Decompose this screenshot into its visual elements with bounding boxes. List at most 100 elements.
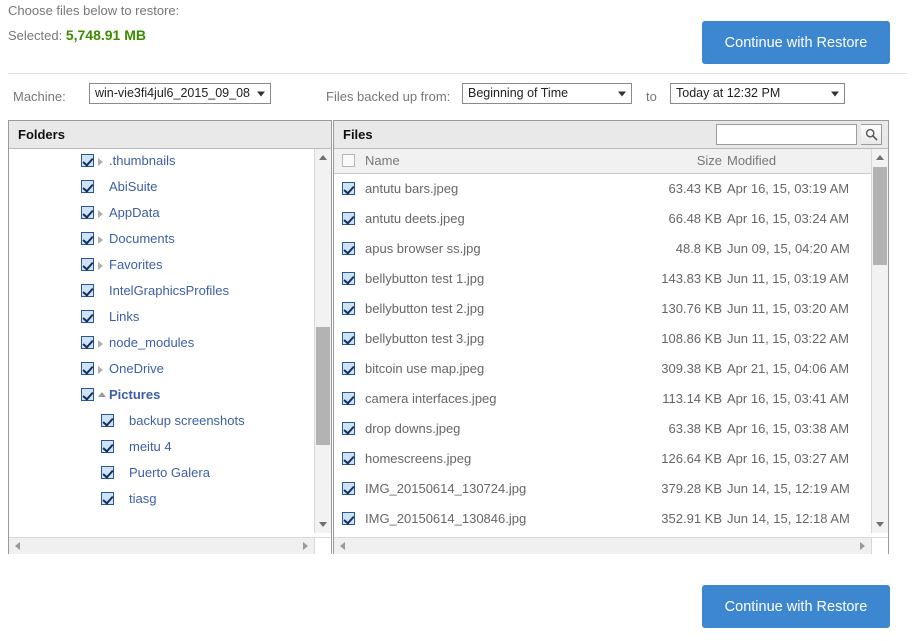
expand-triangle-icon[interactable] bbox=[98, 366, 103, 374]
file-checkbox[interactable] bbox=[342, 422, 355, 438]
column-header-size[interactable]: Size bbox=[634, 153, 722, 168]
table-row[interactable]: bellybutton test 2.jpg 130.76 KB Jun 11, 1… bbox=[334, 294, 871, 324]
folder-label[interactable]: AppData bbox=[109, 205, 160, 220]
folder-tree-row[interactable]: Puerto Galera bbox=[9, 461, 314, 487]
folder-tree-row[interactable]: meitu 4 bbox=[9, 435, 314, 461]
folder-checkbox[interactable] bbox=[81, 388, 94, 404]
folder-label[interactable]: OneDrive bbox=[109, 361, 164, 376]
files-scroll-right-button[interactable] bbox=[854, 538, 871, 554]
column-header-modified[interactable]: Modified bbox=[727, 153, 776, 168]
files-scroll-left-button[interactable] bbox=[334, 538, 351, 554]
file-checkbox[interactable] bbox=[342, 392, 355, 408]
folder-label[interactable]: .thumbnails bbox=[109, 153, 175, 168]
folder-checkbox[interactable] bbox=[81, 154, 94, 170]
from-date-select[interactable]: Beginning of Time bbox=[462, 83, 632, 104]
folder-label[interactable]: meitu 4 bbox=[129, 439, 172, 454]
search-button[interactable] bbox=[861, 124, 882, 145]
folders-scroll-left-button[interactable] bbox=[9, 538, 26, 554]
folder-checkbox[interactable] bbox=[81, 180, 94, 196]
folder-tree-row[interactable]: backup screenshots bbox=[9, 409, 314, 435]
folder-tree-row[interactable]: node_modules bbox=[9, 331, 314, 357]
files-scroll-down-button[interactable] bbox=[872, 516, 888, 533]
table-row[interactable]: antutu deets.jpeg 66.48 KB Apr 16, 15, 03:… bbox=[334, 204, 871, 234]
table-row[interactable]: camera interfaces.jpeg 113.14 KB Apr 16, 1… bbox=[334, 384, 871, 414]
folder-label[interactable]: Documents bbox=[109, 231, 175, 246]
files-list[interactable]: antutu bars.jpeg 63.43 KB Apr 16, 15, 03:1… bbox=[334, 174, 871, 532]
folder-tree-row[interactable]: .thumbnails bbox=[9, 149, 314, 175]
folder-checkbox[interactable] bbox=[81, 336, 94, 352]
folder-checkbox[interactable] bbox=[81, 362, 94, 378]
files-scroll-up-button[interactable] bbox=[872, 149, 888, 166]
folders-tree-list[interactable]: .gimp-2.8.thumbnailsAbiSuiteAppDataDocum… bbox=[9, 149, 314, 507]
file-checkbox[interactable] bbox=[342, 482, 355, 498]
expand-triangle-icon[interactable] bbox=[98, 236, 103, 244]
table-row[interactable]: apus browser ss.jpg 48.8 KB Jun 09, 15, 04… bbox=[334, 234, 871, 264]
folder-label[interactable]: Pictures bbox=[109, 387, 160, 402]
folder-tree-row[interactable]: Links bbox=[9, 305, 314, 331]
file-checkbox[interactable] bbox=[342, 452, 355, 468]
continue-with-restore-button-top[interactable]: Continue with Restore bbox=[702, 21, 890, 64]
folder-label[interactable]: IntelGraphicsProfiles bbox=[109, 283, 229, 298]
column-header-name[interactable]: Name bbox=[365, 153, 400, 168]
folder-label[interactable]: Favorites bbox=[109, 257, 162, 272]
file-checkbox[interactable] bbox=[342, 512, 355, 528]
folders-scroll-right-button[interactable] bbox=[297, 538, 314, 554]
collapse-triangle-icon[interactable] bbox=[98, 392, 106, 397]
file-checkbox[interactable] bbox=[342, 302, 355, 318]
expand-triangle-icon[interactable] bbox=[98, 262, 103, 270]
folders-vertical-scrollbar[interactable] bbox=[314, 149, 331, 533]
select-all-checkbox[interactable] bbox=[342, 154, 355, 170]
file-checkbox[interactable] bbox=[342, 332, 355, 348]
table-row[interactable]: bitcoin use map.jpeg 309.38 KB Apr 21, 15,… bbox=[334, 354, 871, 384]
file-checkbox[interactable] bbox=[342, 242, 355, 258]
folder-checkbox[interactable] bbox=[101, 466, 114, 482]
files-horizontal-scrollbar[interactable] bbox=[334, 537, 871, 554]
folder-tree-row[interactable]: OneDrive bbox=[9, 357, 314, 383]
folder-tree-row[interactable]: AppData bbox=[9, 201, 314, 227]
folders-scroll-down-button[interactable] bbox=[315, 516, 331, 533]
folder-label[interactable]: Puerto Galera bbox=[129, 465, 210, 480]
file-checkbox[interactable] bbox=[342, 362, 355, 378]
files-scroll-thumb[interactable] bbox=[873, 167, 887, 265]
folder-label[interactable]: Links bbox=[109, 309, 139, 324]
table-row[interactable]: drop downs.jpeg 63.38 KB Apr 16, 15, 03:38… bbox=[334, 414, 871, 444]
search-input[interactable] bbox=[716, 124, 858, 145]
folder-checkbox[interactable] bbox=[81, 258, 94, 274]
folders-scroll-up-button[interactable] bbox=[315, 149, 331, 166]
table-row[interactable]: homescreens.jpeg 126.64 KB Apr 16, 15, 03:… bbox=[334, 444, 871, 474]
folder-label[interactable]: tiasg bbox=[129, 491, 156, 506]
folder-tree-row[interactable]: tiasg bbox=[9, 487, 314, 507]
folder-checkbox[interactable] bbox=[101, 492, 114, 507]
folder-tree-row[interactable]: IntelGraphicsProfiles bbox=[9, 279, 314, 305]
folder-tree-row[interactable]: Pictures bbox=[9, 383, 314, 409]
table-row[interactable]: antutu bars.jpeg 63.43 KB Apr 16, 15, 03:1… bbox=[334, 174, 871, 204]
machine-select[interactable]: win-vie3fi4jul6_2015_09_08 bbox=[89, 83, 271, 104]
to-date-select[interactable]: Today at 12:32 PM bbox=[670, 83, 845, 104]
folder-checkbox[interactable] bbox=[81, 310, 94, 326]
folder-checkbox[interactable] bbox=[101, 440, 114, 456]
folder-checkbox[interactable] bbox=[81, 206, 94, 222]
folder-checkbox[interactable] bbox=[81, 284, 94, 300]
table-row[interactable]: bellybutton test 3.jpg 108.86 KB Jun 11, 1… bbox=[334, 324, 871, 354]
folders-scroll-thumb[interactable] bbox=[316, 327, 330, 445]
continue-with-restore-button-bottom[interactable]: Continue with Restore bbox=[702, 585, 890, 628]
folder-label[interactable]: AbiSuite bbox=[109, 179, 157, 194]
file-checkbox[interactable] bbox=[342, 212, 355, 228]
folder-label[interactable]: node_modules bbox=[109, 335, 194, 350]
table-row[interactable]: IMG_20150614_130846.jpg 352.91 KB Jun 14, … bbox=[334, 504, 871, 532]
files-vertical-scrollbar[interactable] bbox=[871, 149, 888, 533]
expand-triangle-icon[interactable] bbox=[98, 158, 103, 166]
table-row[interactable]: IMG_20150614_130724.jpg 379.28 KB Jun 14, … bbox=[334, 474, 871, 504]
expand-triangle-icon[interactable] bbox=[98, 340, 103, 348]
file-checkbox[interactable] bbox=[342, 182, 355, 198]
folder-label[interactable]: backup screenshots bbox=[129, 413, 245, 428]
folders-horizontal-scrollbar[interactable] bbox=[9, 537, 314, 554]
table-row[interactable]: bellybutton test 1.jpg 143.83 KB Jun 11, 1… bbox=[334, 264, 871, 294]
folder-checkbox[interactable] bbox=[81, 232, 94, 248]
folder-checkbox[interactable] bbox=[101, 414, 114, 430]
expand-triangle-icon[interactable] bbox=[98, 210, 103, 218]
folder-tree-row[interactable]: AbiSuite bbox=[9, 175, 314, 201]
file-checkbox[interactable] bbox=[342, 272, 355, 288]
folder-tree-row[interactable]: Documents bbox=[9, 227, 314, 253]
folder-tree-row[interactable]: Favorites bbox=[9, 253, 314, 279]
